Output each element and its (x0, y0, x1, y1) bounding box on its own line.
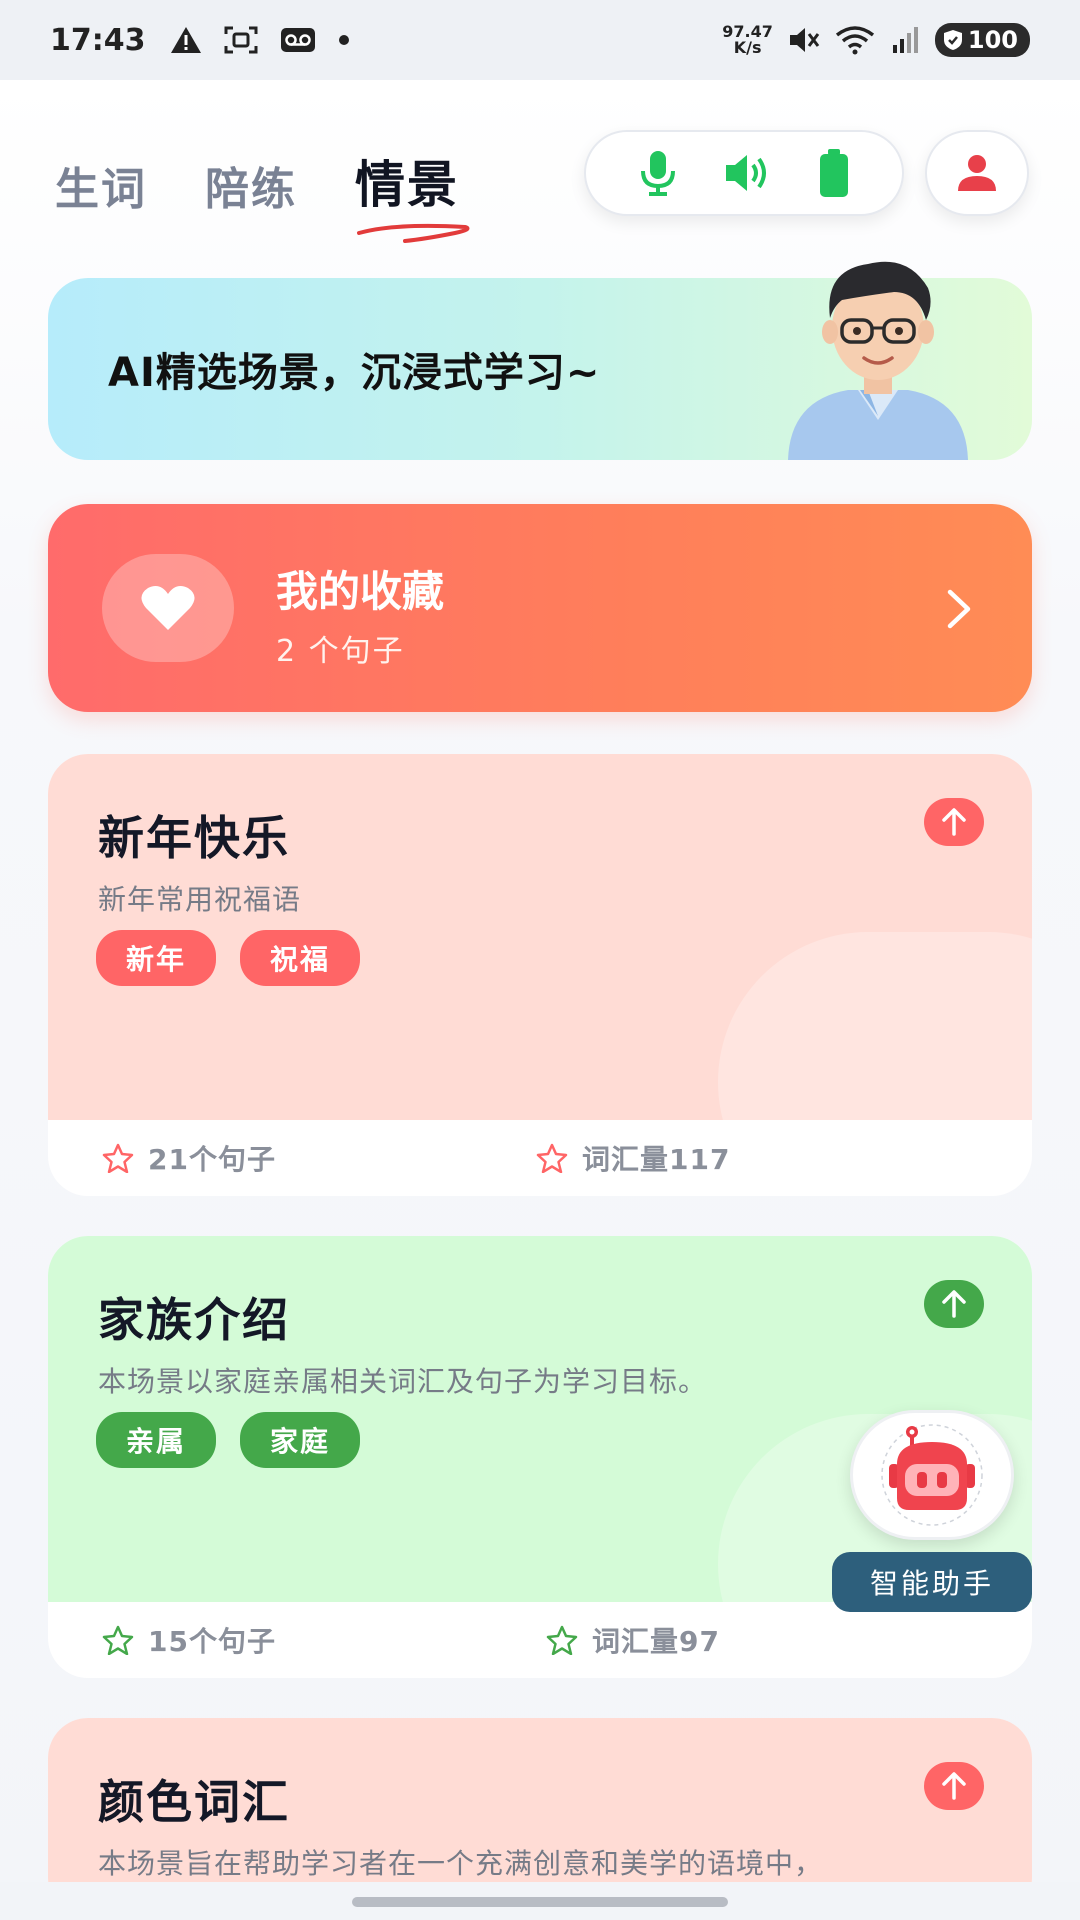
screenshot-icon (224, 25, 258, 55)
vocab-count: 词汇量117 (536, 1138, 730, 1178)
favorites-card[interactable]: 我的收藏 2 个句子 (48, 504, 1032, 712)
scene-tag: 家庭 (240, 1412, 361, 1468)
heart-icon (141, 586, 195, 630)
microphone-icon[interactable] (638, 149, 678, 197)
sentence-count: 21个句子 (102, 1138, 276, 1178)
arrow-up-icon[interactable] (924, 1762, 984, 1810)
tab-practice[interactable]: 陪练 (205, 153, 297, 217)
status-time: 17:43 (50, 22, 146, 58)
scene-description: 本场景以家庭亲属相关词汇及句子为学习目标。 (98, 1365, 708, 1398)
vocab-count: 词汇量97 (546, 1620, 720, 1660)
audio-controls (584, 130, 904, 216)
wifi-icon (835, 25, 877, 55)
star-icon (102, 1143, 134, 1173)
star-icon (102, 1625, 134, 1655)
tab-scenes[interactable]: 情景 (355, 145, 470, 243)
scene-tags: 亲属 家庭 (96, 1412, 361, 1468)
speaker-icon[interactable] (723, 151, 773, 195)
active-tab-underline (357, 223, 470, 243)
scene-description: 本场景旨在帮助学习者在一个充满创意和美学的语境中， (98, 1847, 824, 1880)
signal-icon (891, 25, 921, 55)
heart-badge (102, 554, 234, 662)
scene-tag: 新年 (96, 930, 217, 986)
scene-tag: 亲属 (96, 1412, 217, 1468)
sentence-count: 15个句子 (102, 1620, 276, 1660)
arrow-up-icon[interactable] (924, 1280, 984, 1328)
chevron-right-icon (944, 588, 974, 634)
warning-icon (170, 26, 202, 54)
teacher-avatar-illustration (788, 261, 968, 460)
promo-banner[interactable]: AI精选场景，沉浸式学习~ (48, 261, 1032, 460)
scene-description: 新年常用祝福语 (98, 883, 302, 916)
status-bar: 17:43 97.47 K/s 100 (0, 0, 1080, 80)
scene-card[interactable]: 新年快乐 新年常用祝福语 新年 祝福 21个句子 词汇量117 (48, 754, 1032, 1196)
assistant-label[interactable]: 智能助手 (832, 1552, 1032, 1612)
net-speed: 97.47 K/s (722, 22, 773, 57)
scene-stats: 15个句子 词汇量97 (48, 1602, 1032, 1678)
scene-tags: 新年 祝福 (96, 930, 361, 986)
battery-full-icon[interactable] (818, 148, 850, 198)
star-icon (536, 1143, 568, 1173)
voicemail-icon (280, 27, 316, 53)
favorites-title: 我的收藏 (276, 567, 445, 616)
mute-icon (787, 25, 821, 55)
arrow-up-icon[interactable] (924, 798, 984, 846)
favorites-count: 2 个句子 (276, 634, 405, 669)
profile-button[interactable] (925, 130, 1029, 216)
user-icon (955, 153, 999, 193)
home-indicator[interactable] (352, 1897, 728, 1907)
decorative-circle (718, 932, 1032, 1120)
star-icon (546, 1625, 578, 1655)
scene-title: 家族介绍 (98, 1293, 290, 1347)
top-tabs: 生词 陪练 情景 (55, 145, 470, 243)
scene-stats: 21个句子 词汇量117 (48, 1120, 1032, 1196)
scene-tag: 祝福 (240, 930, 361, 986)
scene-card-header: 新年快乐 新年常用祝福语 新年 祝福 (48, 754, 1032, 1120)
battery-indicator: 100 (934, 23, 1030, 57)
scene-title: 新年快乐 (98, 811, 290, 865)
assistant-button[interactable] (850, 1410, 1014, 1540)
tab-scenes-label: 情景 (355, 156, 459, 214)
scene-title: 颜色词汇 (98, 1775, 290, 1829)
banner-text: AI精选场景，沉浸式学习~ (108, 350, 601, 396)
robot-icon (881, 1424, 983, 1526)
dot-icon (338, 34, 350, 46)
tab-vocabulary[interactable]: 生词 (55, 153, 147, 217)
